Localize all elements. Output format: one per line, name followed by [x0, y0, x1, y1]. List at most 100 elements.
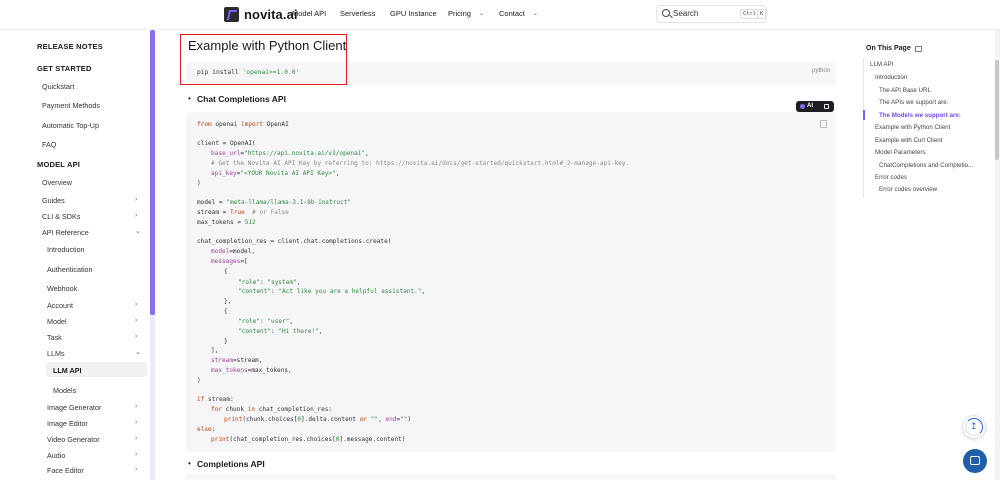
sidebar-section-model-api: MODEL API — [37, 160, 81, 169]
code-line: model = "meta-llama/llama-3.1-8b-instruc… — [197, 199, 351, 206]
chevron-right-icon[interactable]: › — [135, 333, 137, 340]
nav-serverless[interactable]: Serverless — [340, 9, 375, 18]
chat-icon — [970, 456, 980, 465]
sidebar-item-task[interactable]: Task — [47, 333, 62, 342]
code-language-label: python — [812, 68, 831, 74]
shortcut-key-k: K — [757, 9, 767, 19]
sidebar-scrollbar-thumb[interactable] — [150, 30, 155, 315]
code-token: : — [211, 426, 216, 433]
code-token: "content" — [238, 328, 272, 335]
nav-gpu-instance[interactable]: GPU Instance — [390, 9, 437, 18]
nav-label: Model API — [292, 9, 327, 18]
code-token: api_key — [211, 170, 237, 177]
search-input[interactable]: Search Ctrl K — [656, 5, 767, 23]
chevron-right-icon[interactable]: › — [135, 403, 137, 410]
sidebar-item-account[interactable]: Account — [47, 301, 73, 310]
code-line: base_url="https://api.novita.ai/v3/opena… — [211, 150, 369, 157]
code-token: chunk — [222, 406, 248, 413]
code-line: } — [224, 338, 228, 345]
sidebar — [0, 30, 152, 480]
chevron-right-icon[interactable]: › — [135, 317, 137, 324]
sidebar-item-video-generator[interactable]: Video Generator — [47, 435, 100, 444]
chevron-down-icon: ⌄ — [479, 11, 485, 17]
code-line: if stream: — [197, 396, 234, 403]
sidebar-item-automatic-top-up[interactable]: Automatic Top-Up — [42, 121, 99, 130]
sidebar-item-llm-api[interactable]: LLM API — [53, 366, 81, 375]
chevron-right-icon[interactable]: › — [135, 451, 137, 458]
toc-active-indicator — [863, 110, 865, 120]
chat-support-button[interactable] — [963, 449, 987, 473]
toc-item-introduction[interactable]: Introduction — [875, 74, 907, 81]
sidebar-item-llms[interactable]: LLMs — [47, 349, 65, 358]
chevron-down-icon[interactable]: ⌄ — [135, 227, 141, 235]
code-line: }, — [224, 298, 232, 305]
code-line: messages=[ — [211, 258, 248, 265]
sidebar-item-cli-sdks[interactable]: CLI & SDKs — [42, 212, 80, 221]
copy-icon[interactable] — [820, 120, 827, 128]
sidebar-item-models[interactable]: Models — [53, 386, 76, 395]
printer-icon[interactable] — [914, 45, 922, 52]
sidebar-item-guides[interactable]: Guides — [42, 196, 65, 205]
back-to-top-button[interactable]: ↥ — [962, 415, 986, 439]
sidebar-item-authentication[interactable]: Authentication — [47, 265, 93, 274]
toc-item-chatcompletions[interactable]: ChatCompletions and Completio... — [879, 162, 973, 169]
toc-item-model-parameters[interactable]: Model Parameters — [875, 149, 926, 156]
copy-icon — [824, 104, 829, 109]
toc-title: On This Page — [866, 45, 922, 52]
ai-badge-label: AI — [807, 102, 813, 109]
code-token: "<YOUR Novita AI API Key>" — [240, 170, 336, 177]
nav-pricing[interactable]: Pricing ⌄ — [448, 9, 484, 18]
code-token: or — [359, 416, 368, 423]
toc-item-api-base-url[interactable]: The API Base URL — [879, 87, 931, 94]
code-token: import — [241, 121, 264, 128]
code-token: "user" — [267, 318, 290, 325]
chevron-right-icon[interactable]: › — [135, 466, 137, 473]
toc-item-apis-supported[interactable]: The APIs we support are: — [879, 99, 948, 106]
code-token: ].delta.content — [301, 416, 360, 423]
chevron-right-icon[interactable]: › — [135, 212, 137, 219]
sidebar-item-image-generator[interactable]: Image Generator — [47, 403, 101, 412]
toc-item-python-client[interactable]: Example with Python Client — [875, 124, 950, 131]
sidebar-item-faq[interactable]: FAQ — [42, 140, 56, 149]
code-token: in — [247, 406, 256, 413]
toc-item-error-codes[interactable]: Error codes — [875, 174, 907, 181]
brand-logo[interactable]: novita.ai — [224, 7, 298, 22]
chevron-right-icon[interactable]: › — [135, 301, 137, 308]
sidebar-item-webhook[interactable]: Webhook — [47, 284, 77, 293]
sidebar-item-model[interactable]: Model — [47, 317, 67, 326]
sidebar-item-overview[interactable]: Overview — [42, 178, 72, 187]
code-token: (chat_completion_res.choices[ — [229, 436, 336, 443]
nav-contact[interactable]: Contact ⌄ — [499, 9, 538, 18]
sidebar-item-image-editor[interactable]: Image Editor — [47, 419, 88, 428]
code-token: # or False — [244, 209, 289, 216]
code-token: max_tokens = — [197, 219, 245, 226]
code-line: model=model, — [211, 248, 255, 255]
bullet-icon: • — [188, 94, 191, 103]
sidebar-item-api-reference[interactable]: API Reference — [42, 228, 89, 237]
sidebar-section-get-started: GET STARTED — [37, 64, 92, 73]
toc-item-error-codes-overview[interactable]: Error codes overview — [879, 186, 937, 193]
code-token: "Act like you are a helpful assistant." — [278, 288, 422, 295]
sidebar-item-payment-methods[interactable]: Payment Methods — [42, 101, 100, 110]
chevron-right-icon[interactable]: › — [135, 196, 137, 203]
sidebar-item-audio[interactable]: Audio — [47, 451, 65, 460]
sidebar-item-introduction[interactable]: Introduction — [47, 245, 85, 254]
toc-item-llm-api[interactable]: LLM API — [870, 61, 893, 68]
nav-label: Serverless — [340, 9, 376, 18]
chevron-right-icon[interactable]: › — [135, 435, 137, 442]
page-scrollbar-thumb[interactable] — [995, 60, 999, 160]
sidebar-section-release-notes[interactable]: RELEASE NOTES — [37, 42, 103, 51]
chevron-down-icon[interactable]: ⌄ — [135, 348, 141, 356]
toc-item-models-supported[interactable]: The Models we support are: — [879, 112, 961, 119]
toc-item-curl-client[interactable]: Example with Curl Client — [875, 137, 942, 144]
code-token: print — [211, 436, 230, 443]
code-token: "system" — [267, 279, 297, 286]
code-token: "Hi there!" — [278, 328, 319, 335]
nav-model-api[interactable]: Model API — [292, 9, 326, 18]
sidebar-item-face-editor[interactable]: Face Editor — [47, 466, 84, 475]
chevron-right-icon[interactable]: › — [135, 419, 137, 426]
sidebar-item-quickstart[interactable]: Quickstart — [42, 82, 74, 91]
code-token: OpenAI — [263, 121, 289, 128]
ask-ai-badge[interactable]: AI — [796, 101, 834, 112]
completions-heading: Completions API — [197, 459, 265, 469]
